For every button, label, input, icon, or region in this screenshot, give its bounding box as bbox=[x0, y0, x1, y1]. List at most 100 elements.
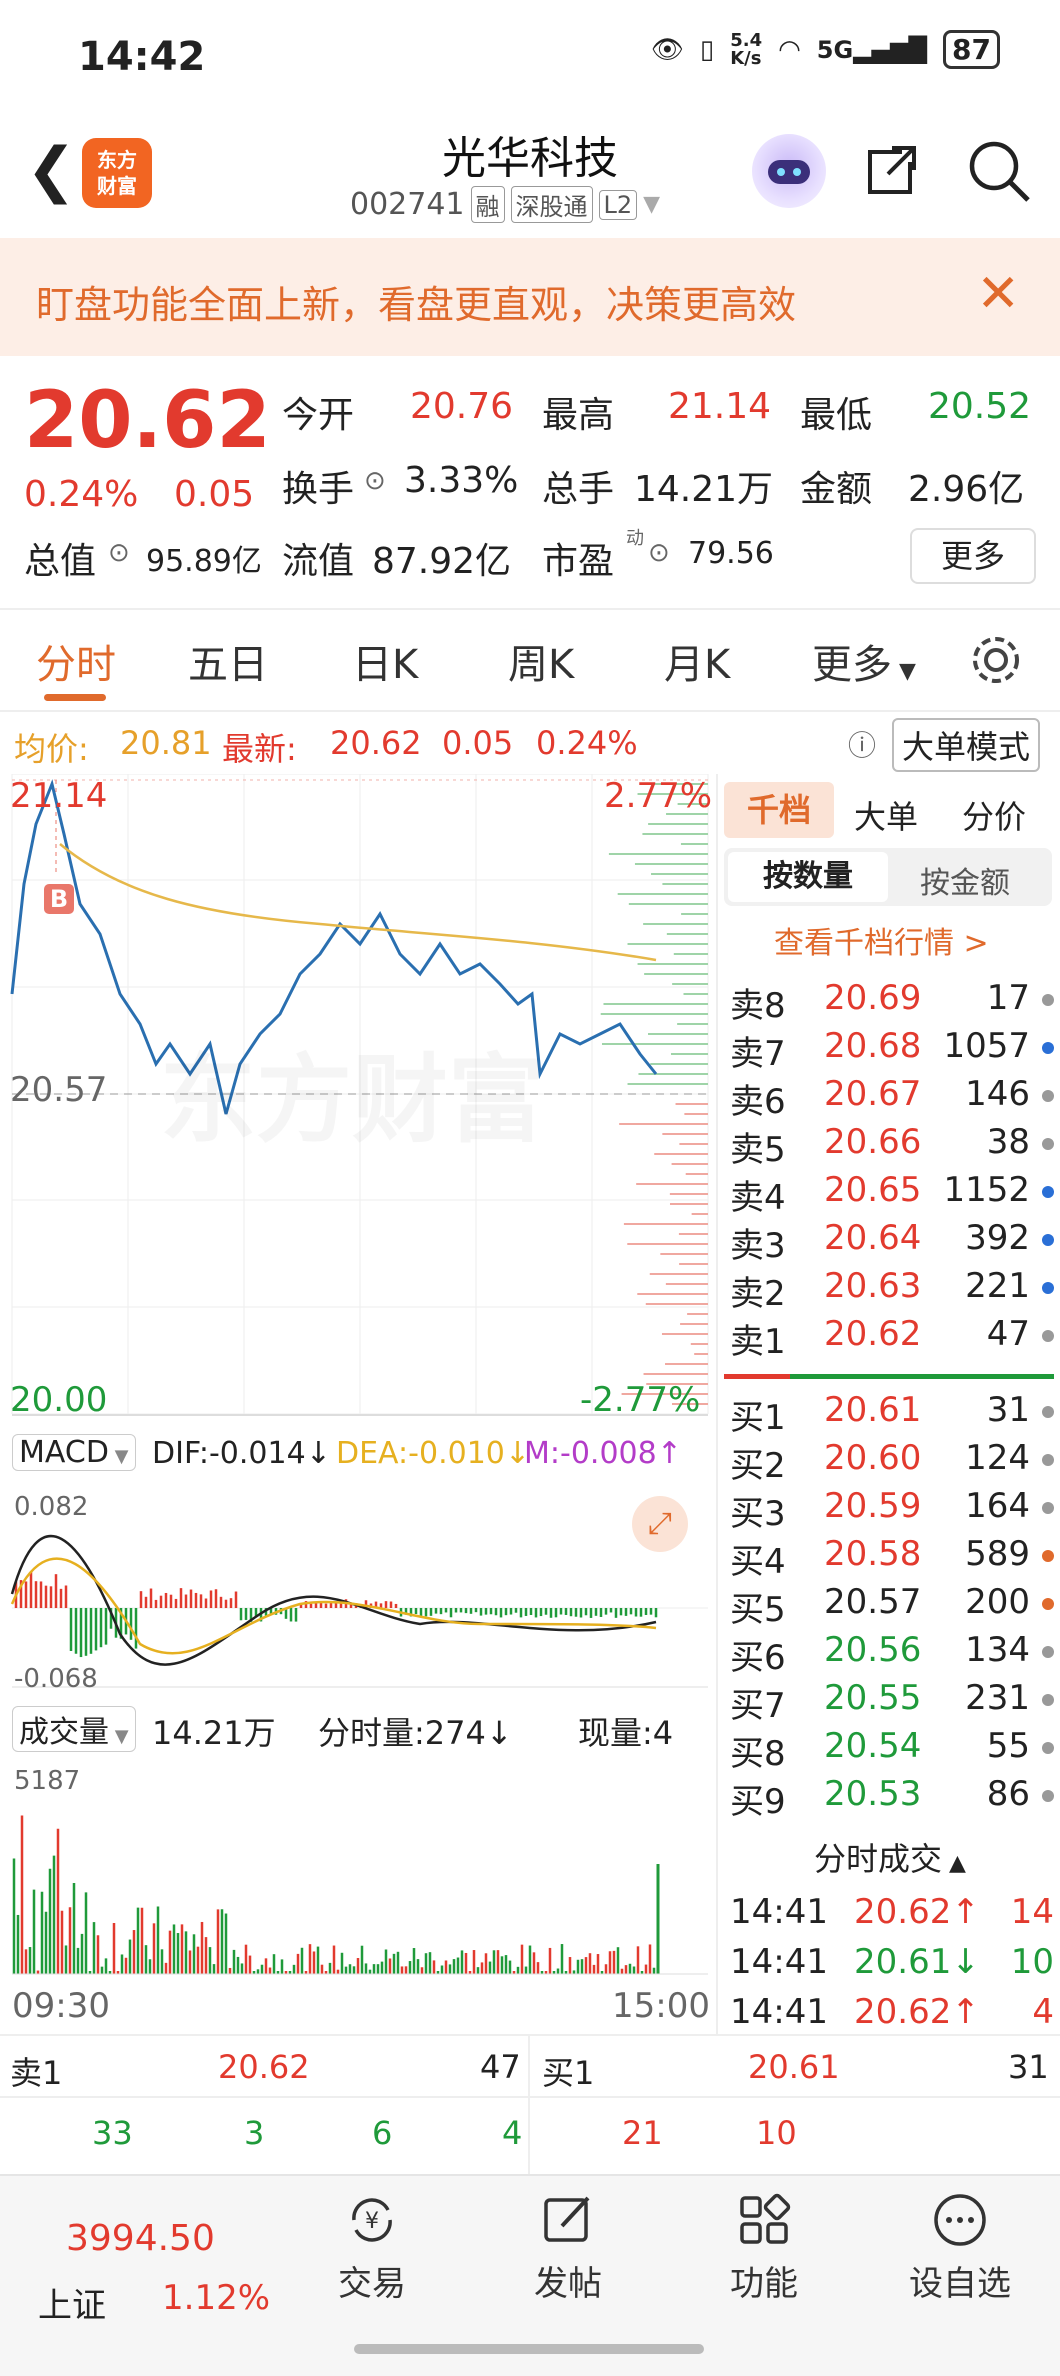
level-volume: 392 bbox=[965, 1218, 1030, 1258]
tab-five-day[interactable]: 五日 bbox=[188, 632, 268, 690]
trade-price: 20.61↓ bbox=[854, 1942, 980, 1982]
level-volume: 589 bbox=[965, 1534, 1030, 1574]
tab-intraday[interactable]: 分时 bbox=[36, 632, 116, 690]
expand-icon[interactable]: ⤢ bbox=[632, 1496, 688, 1552]
post-tab[interactable]: 发帖 bbox=[488, 2190, 648, 2305]
sells-level-row[interactable]: 卖4 20.65 1152 bbox=[724, 1170, 1060, 1218]
level-volume: 221 bbox=[965, 1266, 1030, 1306]
buys-level-row[interactable]: 买3 20.59 164 bbox=[724, 1486, 1060, 1534]
level-price: 20.69 bbox=[824, 978, 922, 1018]
index-ticker[interactable]: 3994.50 上证 1.12% bbox=[30, 2196, 280, 2356]
edit-icon bbox=[544, 2196, 590, 2242]
sells-level-row[interactable]: 卖5 20.66 38 bbox=[724, 1122, 1060, 1170]
tab-price-distribution[interactable]: 分价 bbox=[962, 792, 1026, 838]
buys-level-row[interactable]: 买6 20.56 134 bbox=[724, 1630, 1060, 1678]
volume-selector[interactable]: 成交量 ▼ bbox=[12, 1706, 136, 1752]
divider bbox=[12, 1686, 708, 1688]
top-pct-label: 2.77% bbox=[604, 776, 713, 816]
level-label: 买3 bbox=[730, 1494, 786, 1534]
trade-row: 14:41 20.61↓ 10 bbox=[724, 1942, 1060, 1990]
latest-pct: 0.24% bbox=[536, 724, 638, 762]
info-icon[interactable]: ⊙ bbox=[648, 538, 670, 568]
top-price-label: 21.14 bbox=[10, 776, 108, 816]
wifi-icon: ◠ bbox=[778, 34, 801, 65]
buys-level-row[interactable]: 买5 20.57 200 bbox=[724, 1582, 1060, 1630]
level-label: 买7 bbox=[730, 1686, 786, 1726]
intraday-chart[interactable]: 21.14 2.77% 20.57 20.00 -2.77% B 东方财富 MA… bbox=[0, 773, 716, 2034]
view-levels-link[interactable]: 查看千档行情 > bbox=[774, 918, 989, 962]
search-icon[interactable] bbox=[966, 138, 1032, 204]
trade-volume: 4 bbox=[1032, 1992, 1054, 2032]
tab-monthly-k[interactable]: 月K bbox=[664, 632, 730, 690]
add-watchlist-tab[interactable]: 设自选 bbox=[880, 2190, 1040, 2305]
post-tab-label: 发帖 bbox=[534, 2264, 602, 2304]
buys-level-row[interactable]: 买4 20.58 589 bbox=[724, 1534, 1060, 1582]
sells-level-row[interactable]: 卖6 20.67 146 bbox=[724, 1074, 1060, 1122]
amount-label: 金额 bbox=[800, 469, 873, 510]
avg-price-bar: 均价: 20.81 最新: 20.62 0.05 0.24% ⓘ 大单模式 bbox=[0, 712, 1060, 774]
help-icon[interactable]: ⓘ bbox=[848, 724, 876, 764]
level-price: 20.59 bbox=[824, 1486, 922, 1526]
tab-more[interactable]: 更多 ▼ bbox=[812, 632, 916, 690]
sell-queue-item: 3 bbox=[244, 2114, 265, 2152]
level-label: 卖1 bbox=[730, 1322, 786, 1362]
bid-ask-ratio-bar bbox=[724, 1374, 1054, 1379]
sells-level-row[interactable]: 卖1 20.62 47 bbox=[724, 1314, 1060, 1362]
by-quantity-button[interactable]: 按数量 bbox=[728, 852, 888, 902]
tab-thousand-levels[interactable]: 千档 bbox=[724, 782, 834, 838]
by-amount-button[interactable]: 按金额 bbox=[920, 858, 1010, 902]
order-dot-icon bbox=[1042, 1742, 1054, 1754]
info-icon[interactable]: ⊙ bbox=[108, 538, 130, 568]
close-icon[interactable]: ✕ bbox=[976, 264, 1020, 324]
level2-tag: L2 bbox=[598, 189, 638, 220]
order-dot-icon bbox=[1042, 1694, 1054, 1706]
level-price: 20.64 bbox=[824, 1218, 922, 1258]
sells-level-row[interactable]: 卖3 20.64 392 bbox=[724, 1218, 1060, 1266]
ai-assistant-icon[interactable] bbox=[752, 134, 826, 208]
level-label: 买4 bbox=[730, 1542, 786, 1582]
sells-level-row[interactable]: 卖8 20.69 17 bbox=[724, 978, 1060, 1026]
function-tab[interactable]: 功能 bbox=[684, 2190, 844, 2305]
large-order-mode-button[interactable]: 大单模式 bbox=[892, 718, 1041, 772]
tab-daily-k[interactable]: 日K bbox=[352, 632, 418, 690]
trades-title[interactable]: 分时成交 ▲ bbox=[814, 1834, 966, 1880]
pe-sup: 动 bbox=[626, 528, 644, 549]
settings-gear-icon[interactable] bbox=[968, 632, 1024, 688]
stock-code-row[interactable]: 002741 融 深股通 L2 ▼ bbox=[350, 186, 660, 223]
order-dot-icon bbox=[1042, 1330, 1054, 1342]
more-button[interactable]: 更多 bbox=[910, 528, 1036, 584]
macd-bottom-label: -0.068 bbox=[14, 1664, 98, 1694]
banner-text: 盯盘功能全面上新，看盘更直观，决策更高效 bbox=[36, 283, 797, 327]
macd-selector[interactable]: MACD ▼ bbox=[12, 1434, 136, 1471]
sells-level-row[interactable]: 卖7 20.68 1057 bbox=[724, 1026, 1060, 1074]
last-price: 20.62 bbox=[24, 376, 271, 466]
buys-level-row[interactable]: 买1 20.61 31 bbox=[724, 1390, 1060, 1438]
buy1-label: 买1 bbox=[542, 2054, 595, 2092]
trade-tab[interactable]: ¥ 交易 bbox=[292, 2190, 452, 2305]
buy1-volume: 31 bbox=[1008, 2048, 1049, 2086]
info-icon[interactable]: ⊙ bbox=[364, 466, 386, 496]
buys-level-row[interactable]: 买8 20.54 55 bbox=[724, 1726, 1060, 1774]
buys-level-row[interactable]: 买2 20.60 124 bbox=[724, 1438, 1060, 1486]
sell-queue-item: 4 bbox=[502, 2114, 523, 2152]
latest-label: 最新: bbox=[222, 730, 297, 768]
order-book: 千档 大单 分价 按数量 按金额 查看千档行情 > 分时成交 ▲ 卖8 20.69… bbox=[716, 774, 1060, 2034]
dif-value: DIF:-0.014↓ bbox=[152, 1436, 331, 1471]
avg-label: 均价: bbox=[14, 730, 89, 768]
order-dot-icon bbox=[1042, 1186, 1054, 1198]
more-dots-icon bbox=[934, 2194, 986, 2246]
dropdown-icon: ▼ bbox=[643, 192, 661, 217]
buy-marker[interactable]: B bbox=[44, 884, 74, 914]
buys-level-row[interactable]: 买7 20.55 231 bbox=[724, 1678, 1060, 1726]
open-value: 20.76 bbox=[410, 386, 514, 427]
tab-large-orders[interactable]: 大单 bbox=[854, 792, 918, 838]
promo-banner[interactable]: 盯盘功能全面上新，看盘更直观，决策更高效 ✕ bbox=[0, 238, 1060, 356]
sells-level-row[interactable]: 卖2 20.63 221 bbox=[724, 1266, 1060, 1314]
float-label: 流值 bbox=[282, 541, 355, 582]
buys-level-row[interactable]: 买9 20.53 86 bbox=[724, 1774, 1060, 1822]
share-icon[interactable] bbox=[862, 140, 922, 200]
volume-minute: 分时量:274↓ bbox=[318, 1714, 513, 1752]
level-label: 买6 bbox=[730, 1638, 786, 1678]
tab-weekly-k[interactable]: 周K bbox=[508, 632, 574, 690]
open-label: 今开 bbox=[282, 395, 355, 436]
